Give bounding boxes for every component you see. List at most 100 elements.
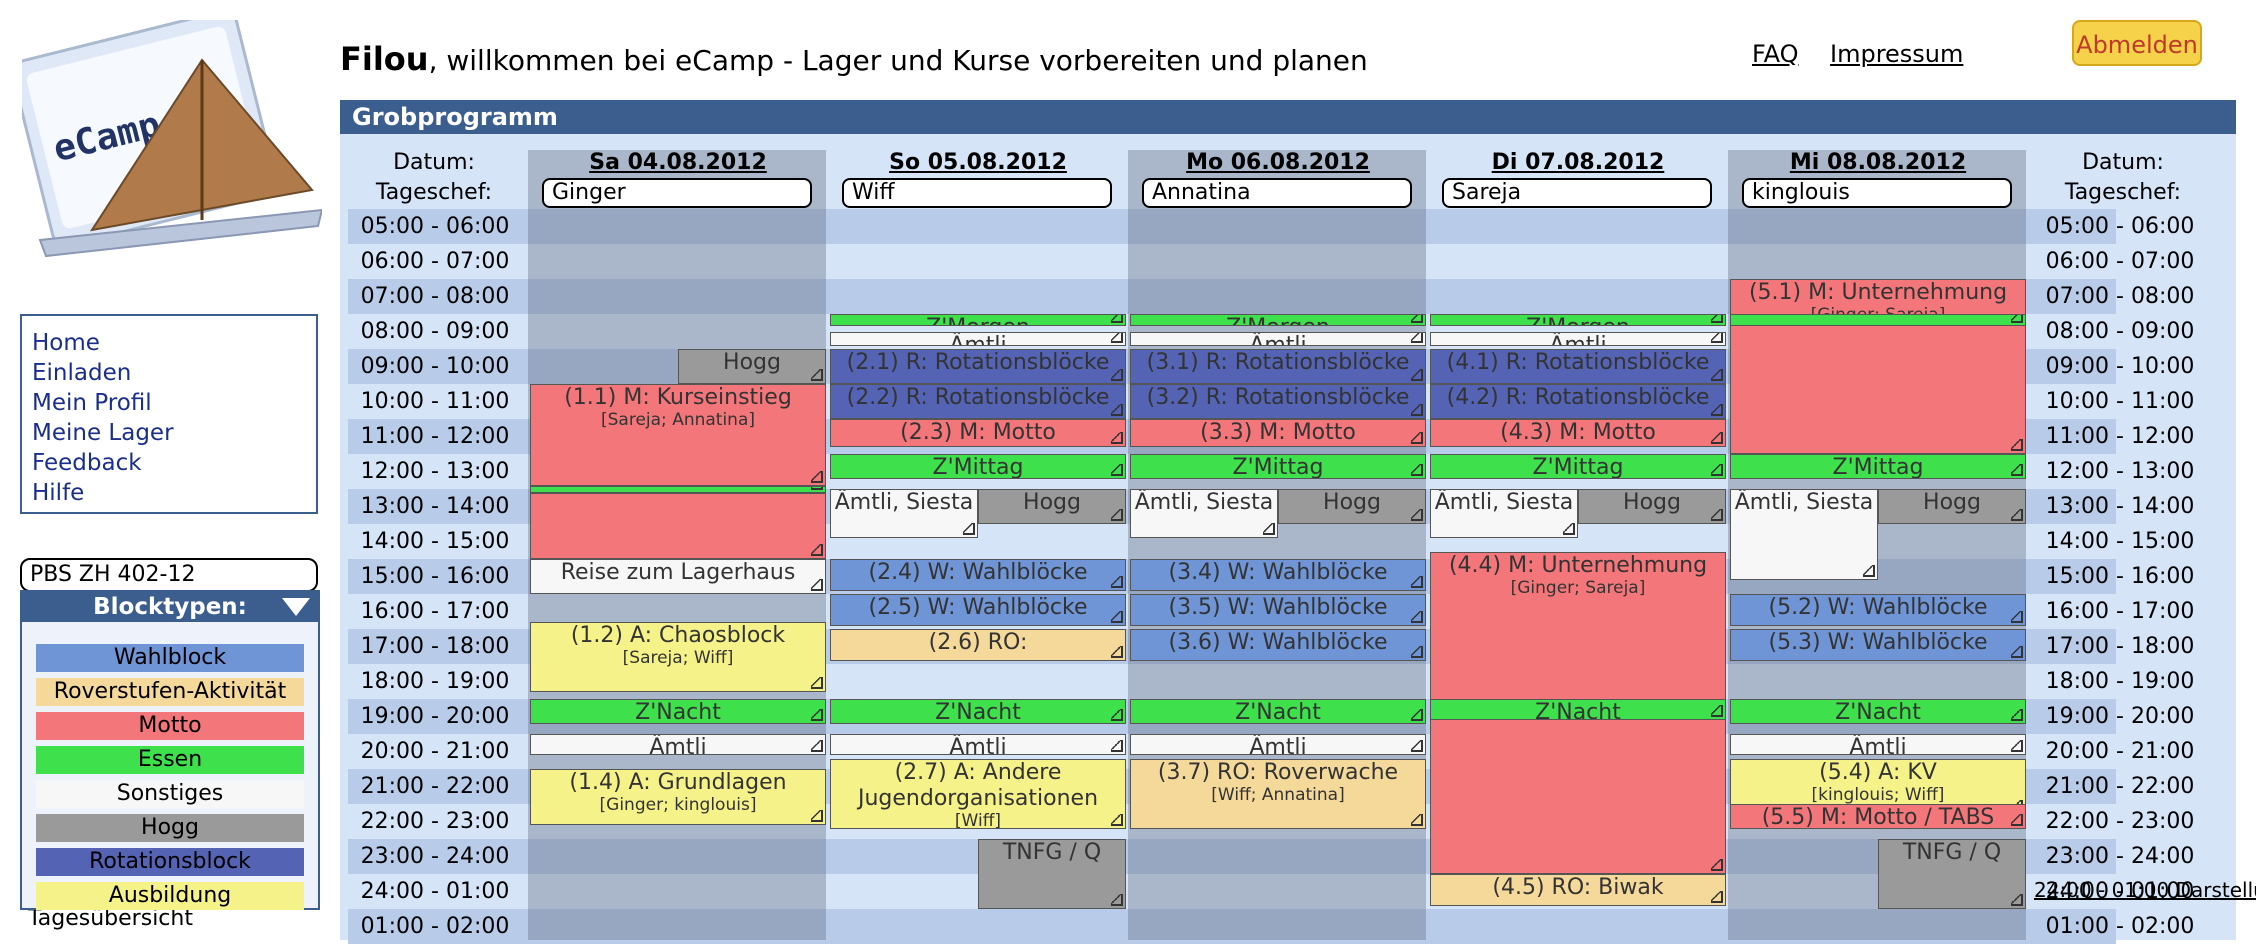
- tageschef-input[interactable]: Ginger: [542, 178, 812, 208]
- program-block[interactable]: (2.3) M: Motto: [830, 419, 1126, 447]
- program-block[interactable]: Hogg: [978, 489, 1126, 524]
- program-block[interactable]: Z'Mittag: [1730, 454, 2026, 479]
- program-block[interactable]: Ämtli: [1430, 331, 1726, 346]
- program-block[interactable]: Hogg: [1878, 489, 2026, 524]
- program-block[interactable]: (1.1) M: Kurseinstieg [Sareja; Annatina]: [530, 384, 826, 486]
- program-block[interactable]: (2.7) A: Andere Jugendorganisationen [Wif…: [830, 758, 1126, 829]
- program-block[interactable]: (3.6) W: Wahlblöcke: [1130, 629, 1426, 661]
- program-block[interactable]: (4.3) M: Motto: [1430, 419, 1726, 447]
- program-block[interactable]: Ämtli: [1730, 734, 2026, 755]
- program-block[interactable]: Z'Nacht: [830, 699, 1126, 724]
- program-block[interactable]: Z'Nacht: [1430, 699, 1726, 720]
- block-label: TNFG / Q: [1002, 840, 1102, 865]
- blocktype-essen[interactable]: Essen: [36, 746, 304, 774]
- program-block[interactable]: Z'Morgen: [830, 314, 1126, 327]
- program-block[interactable]: Z'Mittag: [830, 454, 1126, 479]
- program-block[interactable]: Ämtli: [530, 734, 826, 755]
- ecamp-logo[interactable]: eCamp v2: [11, 9, 324, 270]
- program-block[interactable]: Ämtli, Siesta: [830, 489, 978, 538]
- program-block[interactable]: (5.5) M: Motto / TABS: [1730, 804, 2026, 829]
- program-block[interactable]: TNFG / Q: [978, 839, 1126, 909]
- block-label: Z'Mittag: [932, 455, 1024, 479]
- program-block[interactable]: (2.1) R: Rotationsblöcke: [830, 349, 1126, 384]
- tageschef-input[interactable]: kinglouis: [1742, 178, 2012, 208]
- darstellung-link[interactable]: 24:00 - 01:00 Darstellung: [2034, 878, 2256, 902]
- program-block[interactable]: Ämtli, Siesta: [1730, 489, 1878, 580]
- impressum-link[interactable]: Impressum: [1830, 40, 1963, 68]
- nav-item-hilfe[interactable]: Hilfe: [32, 478, 306, 508]
- block-label: Z'Mittag: [1832, 455, 1924, 479]
- tageschef-input[interactable]: Wiff: [842, 178, 1112, 208]
- day-date-0[interactable]: Sa 04.08.2012: [528, 150, 828, 175]
- blocktype-ausbildung[interactable]: Ausbildung: [36, 882, 304, 910]
- program-block[interactable]: [530, 492, 826, 559]
- blocktype-wahlblock[interactable]: Wahlblock: [36, 644, 304, 672]
- program-block[interactable]: [530, 485, 826, 493]
- program-block[interactable]: Z'Mittag: [1130, 454, 1426, 479]
- collapse-icon[interactable]: [282, 598, 310, 616]
- program-block[interactable]: (5.3) W: Wahlblöcke: [1730, 629, 2026, 661]
- program-block[interactable]: Z'Nacht: [1130, 699, 1426, 724]
- program-block[interactable]: Ämtli: [830, 331, 1126, 346]
- nav-item-feedback[interactable]: Feedback: [32, 448, 306, 478]
- program-block[interactable]: Z'Morgen: [1130, 314, 1426, 327]
- program-block[interactable]: (5.2) W: Wahlblöcke: [1730, 594, 2026, 626]
- program-block[interactable]: Hogg: [678, 349, 826, 384]
- program-block[interactable]: Hogg: [1278, 489, 1426, 524]
- program-block[interactable]: [1730, 314, 2026, 327]
- program-block[interactable]: (2.2) R: Rotationsblöcke: [830, 384, 1126, 419]
- program-block[interactable]: Reise zum Lagerhaus: [530, 559, 826, 594]
- program-block[interactable]: Z'Nacht: [1730, 699, 2026, 724]
- blocktypes-header[interactable]: Blocktypen:: [22, 592, 318, 622]
- program-block[interactable]: (3.2) R: Rotationsblöcke: [1130, 384, 1426, 419]
- program-block[interactable]: (3.5) W: Wahlblöcke: [1130, 594, 1426, 626]
- time-label-right: 10:00 - 11:00: [2045, 389, 2195, 414]
- program-block[interactable]: (3.1) R: Rotationsblöcke: [1130, 349, 1426, 384]
- program-block[interactable]: (2.6) RO:: [830, 629, 1126, 661]
- nav-item-mein-profil[interactable]: Mein Profil: [32, 388, 306, 418]
- program-block[interactable]: Ämtli: [1130, 734, 1426, 755]
- tageschef-input[interactable]: Sareja: [1442, 178, 1712, 208]
- block-label: (5.1) M: Unternehmung: [1748, 280, 2008, 305]
- time-label-right: 20:00 - 21:00: [2045, 739, 2195, 764]
- program-block[interactable]: (1.2) A: Chaosblock [Sareja; Wiff]: [530, 622, 826, 692]
- program-block[interactable]: (4.5) RO: Biwak: [1430, 874, 1726, 906]
- program-block[interactable]: Hogg: [1578, 489, 1726, 524]
- blocktype-rotationsblock[interactable]: Rotationsblock: [36, 848, 304, 876]
- blocktype-hogg[interactable]: Hogg: [36, 814, 304, 842]
- blocktype-roverstufen-aktivit-t[interactable]: Roverstufen-Aktivität: [36, 678, 304, 706]
- program-block[interactable]: Z'Mittag: [1430, 454, 1726, 479]
- program-block[interactable]: (1.4) A: Grundlagen [Ginger; kinglouis]: [530, 769, 826, 825]
- program-block[interactable]: Ämtli: [1130, 331, 1426, 346]
- program-block[interactable]: (4.1) R: Rotationsblöcke: [1430, 349, 1726, 384]
- logout-button[interactable]: Abmelden: [2072, 20, 2202, 66]
- day-date-3[interactable]: Di 07.08.2012: [1428, 150, 1728, 175]
- day-date-2[interactable]: Mo 06.08.2012: [1128, 150, 1428, 175]
- camp-select[interactable]: PBS ZH 402-12: [20, 558, 318, 592]
- program-block[interactable]: (4.2) R: Rotationsblöcke: [1430, 384, 1726, 419]
- program-block[interactable]: (2.4) W: Wahlblöcke: [830, 559, 1126, 591]
- block-label: Ämtli, Siesta: [834, 490, 974, 515]
- program-block[interactable]: (5.1) M: Unternehmung[Ginger; Sareja]: [1730, 279, 2026, 454]
- blocktype-sonstiges[interactable]: Sonstiges: [36, 780, 304, 808]
- program-block[interactable]: (3.4) W: Wahlblöcke: [1130, 559, 1426, 591]
- tageschef-input[interactable]: Annatina: [1142, 178, 1412, 208]
- block-label: Z'Nacht: [1535, 700, 1621, 720]
- program-block[interactable]: (3.3) M: Motto: [1130, 419, 1426, 447]
- program-block[interactable]: TNFG / Q: [1878, 839, 2026, 909]
- day-date-1[interactable]: So 05.08.2012: [828, 150, 1128, 175]
- day-date-4[interactable]: Mi 08.08.2012: [1728, 150, 2028, 175]
- blocktype-motto[interactable]: Motto: [36, 712, 304, 740]
- program-block[interactable]: (2.5) W: Wahlblöcke: [830, 594, 1126, 626]
- program-block[interactable]: Z'Nacht: [530, 699, 826, 724]
- program-block[interactable]: Z'Morgen: [1430, 314, 1726, 327]
- nav-item-home[interactable]: Home: [32, 328, 306, 358]
- program-block[interactable]: Ämtli: [830, 734, 1126, 755]
- program-block[interactable]: Ämtli, Siesta: [1430, 489, 1578, 538]
- faq-link[interactable]: FAQ: [1752, 40, 1799, 68]
- time-label-left: 24:00 - 01:00: [360, 879, 510, 904]
- nav-item-meine-lager[interactable]: Meine Lager: [32, 418, 306, 448]
- program-block[interactable]: (3.7) RO: Roverwache [Wiff; Annatina]: [1130, 758, 1426, 829]
- program-block[interactable]: Ämtli, Siesta: [1130, 489, 1278, 538]
- nav-item-einladen[interactable]: Einladen: [32, 358, 306, 388]
